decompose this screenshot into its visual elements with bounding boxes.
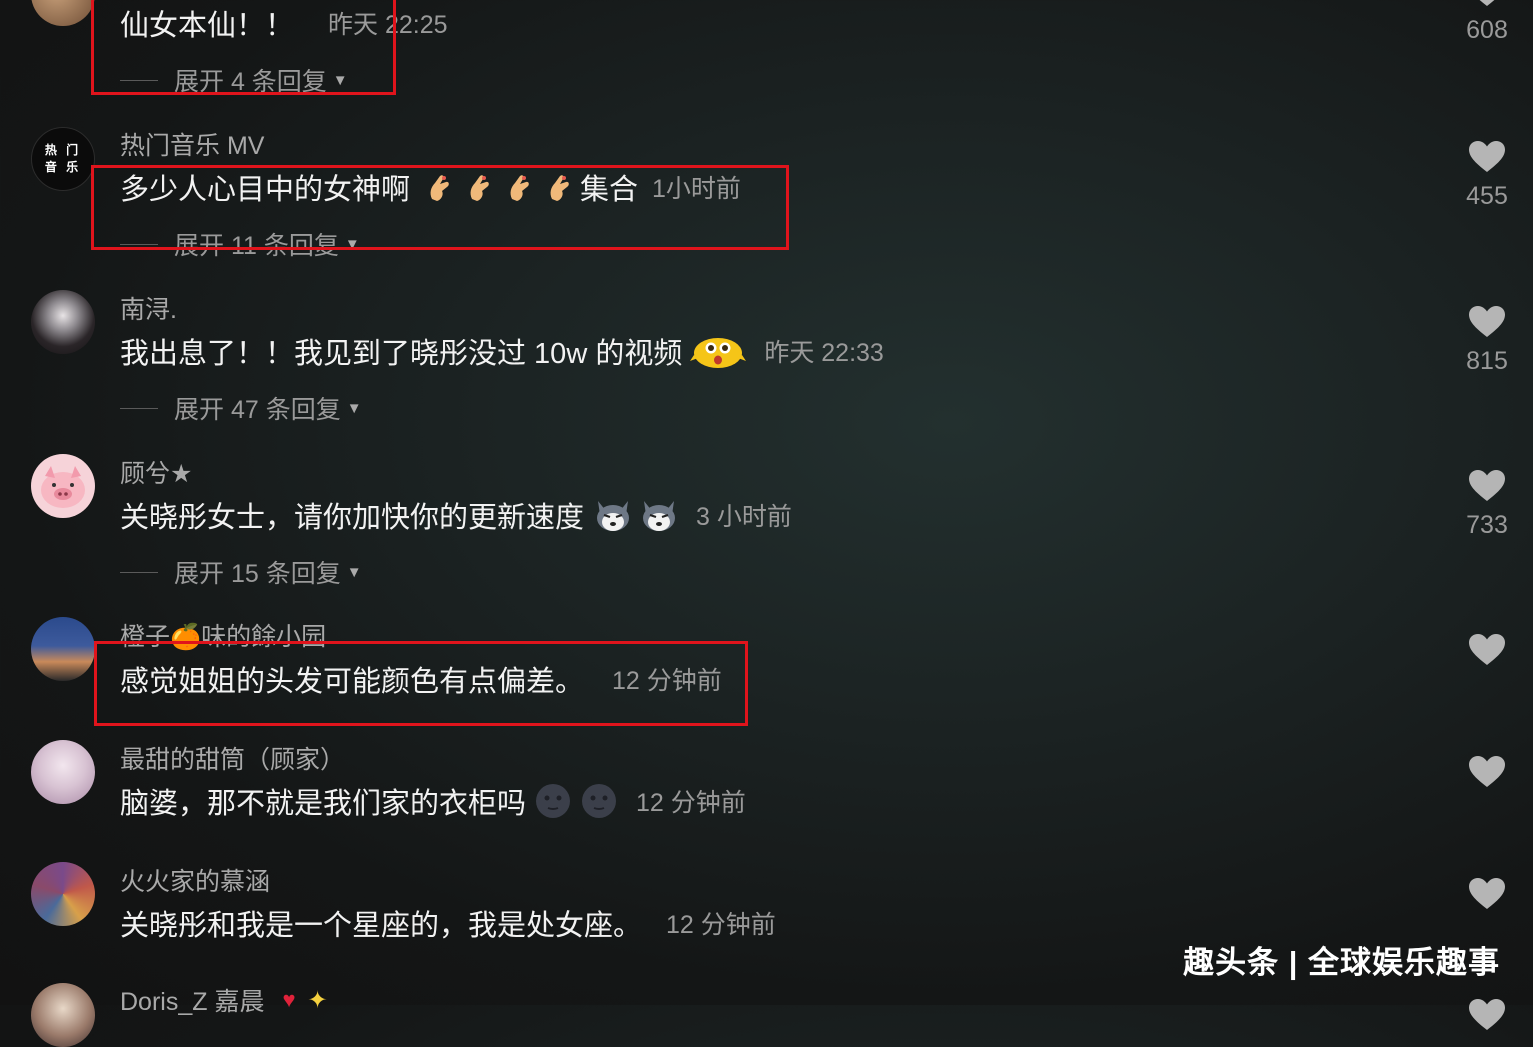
expand-replies-button[interactable]: 展开 47 条回复 ▼ — [120, 390, 362, 426]
heart-icon — [1469, 634, 1505, 665]
like-button[interactable]: 455 — [1455, 140, 1519, 211]
heart-emoji: ♥ — [282, 987, 296, 1012]
avatar-text: 热 门音 乐 — [44, 143, 82, 174]
avatar[interactable] — [31, 862, 95, 926]
highlight-box — [91, 165, 789, 250]
new-moon-face-emoji — [580, 783, 618, 819]
divider — [120, 407, 158, 409]
expand-replies-button[interactable]: 展开 15 条回复 ▼ — [120, 554, 362, 590]
like-button[interactable] — [1455, 633, 1519, 667]
comment-username-text: Doris_Z 嘉晨 — [120, 988, 265, 1016]
comment-text: 关晓彤和我是一个星座的，我是处女座。 12 分钟前 — [120, 902, 776, 944]
heart-icon — [1469, 306, 1505, 337]
comment-time: 12 分钟前 — [666, 911, 776, 939]
caret-down-icon: ▼ — [346, 563, 362, 581]
like-button[interactable] — [1455, 877, 1519, 911]
like-button[interactable]: 815 — [1455, 305, 1519, 376]
avatar[interactable] — [31, 290, 95, 354]
expand-replies-label: 展开 47 条回复 — [174, 396, 341, 424]
like-count: 455 — [1466, 182, 1508, 210]
comment-username[interactable]: 火火家的慕涵 — [120, 862, 270, 898]
comment-body: 脑婆，那不就是我们家的衣柜吗 — [120, 788, 527, 820]
comment-time: 3 小时前 — [696, 503, 792, 531]
heart-icon — [1469, 999, 1505, 1030]
like-button[interactable]: 733 — [1455, 469, 1519, 540]
pig-avatar-icon — [41, 466, 85, 508]
comment-body: 关晓彤女士，请你加快你的更新速度 — [120, 502, 585, 534]
comment-text: 我出息了！！我见到了晓彤没过 10w 的视频 昨天 22:33 — [120, 330, 884, 372]
caret-down-icon: ▼ — [346, 399, 362, 417]
like-button[interactable]: 608 — [1455, 0, 1519, 45]
avatar[interactable] — [31, 983, 95, 1047]
comment-username[interactable]: 顾兮★ — [120, 454, 192, 490]
heart-icon — [1469, 878, 1505, 909]
highlight-box — [94, 641, 748, 726]
divider — [120, 571, 158, 573]
comment-username[interactable]: Doris_Z 嘉晨 ♥ ✦ — [120, 982, 328, 1018]
husky-emoji — [594, 497, 632, 533]
comment-username[interactable]: 最甜的甜筒（顾家） — [120, 740, 345, 776]
heart-icon — [1469, 756, 1505, 787]
surprised-face-emoji — [690, 331, 747, 371]
heart-icon — [1469, 470, 1505, 501]
comment-time: 12 分钟前 — [636, 789, 746, 817]
avatar[interactable] — [31, 740, 95, 804]
avatar[interactable] — [31, 0, 95, 26]
husky-emoji — [640, 497, 678, 533]
comment-body: 我出息了！！我见到了晓彤没过 10w 的视频 — [120, 338, 683, 370]
comment-username[interactable]: 热门音乐 MV — [120, 126, 264, 162]
avatar[interactable] — [31, 617, 95, 681]
avatar[interactable]: 热 门音 乐 — [31, 127, 95, 191]
like-button[interactable] — [1455, 998, 1519, 1032]
heart-icon — [1479, 0, 1495, 6]
heart-icon — [1469, 141, 1505, 172]
new-moon-face-emoji — [534, 783, 572, 819]
comment-text: 脑婆，那不就是我们家的衣柜吗 12 分钟前 — [120, 780, 746, 822]
sparkles-emoji: ✦ — [307, 986, 328, 1014]
avatar[interactable] — [31, 454, 95, 518]
comment-body: 关晓彤和我是一个星座的，我是处女座。 — [120, 910, 643, 942]
comment-username[interactable]: 南浔. — [120, 290, 177, 326]
comment-time: 昨天 22:33 — [764, 339, 884, 367]
like-count: 608 — [1466, 16, 1508, 44]
like-count: 815 — [1466, 347, 1508, 375]
like-button[interactable] — [1455, 755, 1519, 789]
expand-replies-label: 展开 15 条回复 — [174, 560, 341, 588]
watermark: 趣头条 | 全球娱乐趣事 — [1183, 945, 1500, 980]
comment-text: 关晓彤女士，请你加快你的更新速度 3 小时前 — [120, 494, 792, 536]
highlight-box — [91, 0, 396, 95]
like-count: 733 — [1466, 511, 1508, 539]
